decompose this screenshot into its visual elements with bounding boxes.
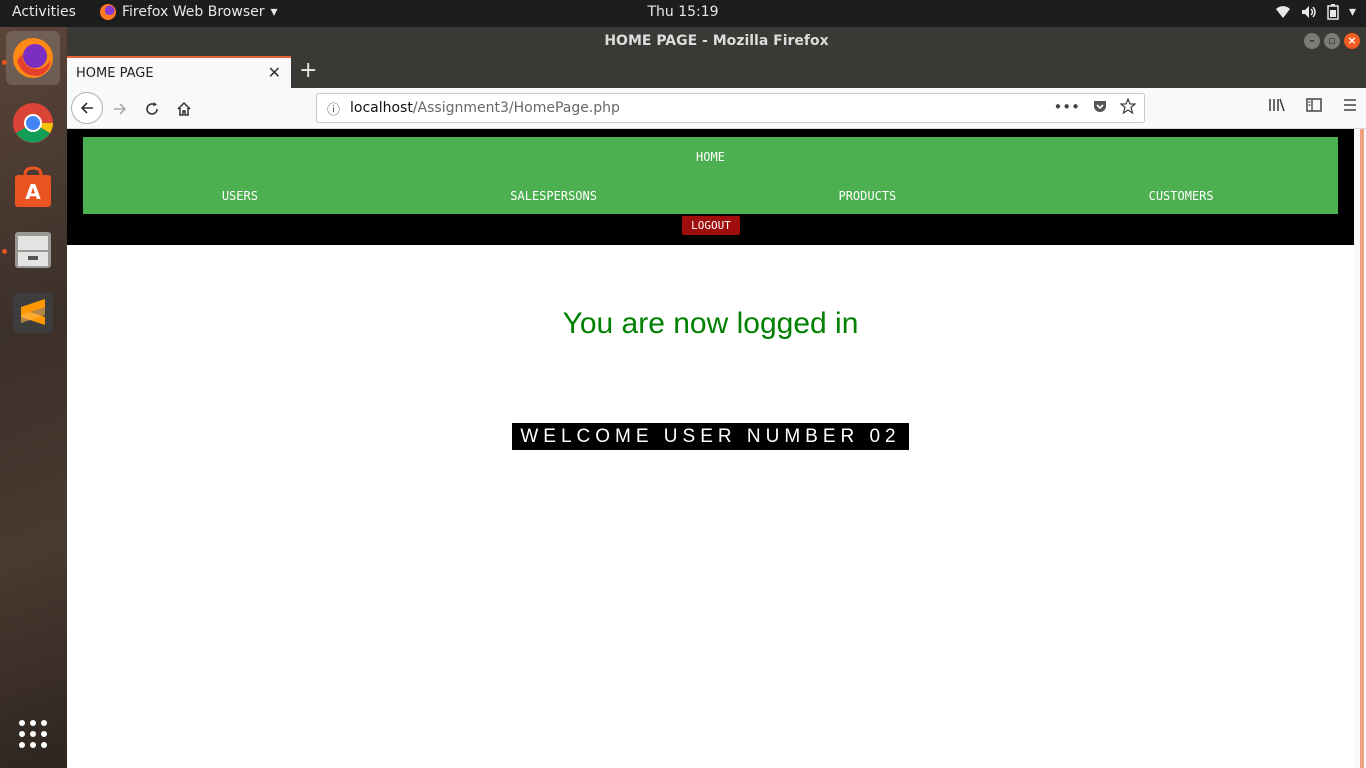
window-title: HOME PAGE - Mozilla Firefox (604, 33, 829, 49)
web-page: HOME USERS SALESPERSONS PRODUCTS CUSTOME… (67, 129, 1354, 768)
system-tray[interactable]: ▾ (1275, 4, 1356, 20)
login-status-message: You are now logged in (562, 307, 859, 340)
sidebar-icon[interactable] (1306, 97, 1322, 113)
nav-link-products[interactable]: PRODUCTS (838, 189, 896, 203)
home-button[interactable] (169, 94, 199, 124)
dock-show-apps[interactable] (6, 707, 60, 761)
back-button[interactable] (71, 92, 103, 124)
nav-link-home[interactable]: HOME (696, 150, 725, 164)
logout-button[interactable]: LOGOUT (682, 216, 740, 235)
minimize-button[interactable]: – (1304, 33, 1320, 49)
dock-software-center[interactable]: A (6, 160, 60, 214)
app-menu-label: Firefox Web Browser (122, 4, 265, 20)
reload-icon (146, 102, 158, 115)
nav-link-salespersons[interactable]: SALESPERSONS (510, 189, 597, 203)
battery-icon (1327, 4, 1339, 20)
library-icon[interactable] (1268, 97, 1286, 113)
activities-button[interactable]: Activities (12, 4, 76, 20)
welcome-banner: WELCOME USER NUMBER 02 (512, 423, 909, 450)
close-window-button[interactable]: × (1344, 33, 1360, 49)
bookmark-star-icon[interactable] (1120, 98, 1136, 114)
main-nav: HOME USERS SALESPERSONS PRODUCTS CUSTOME… (83, 137, 1338, 214)
app-grid-icon (19, 720, 47, 748)
files-icon (15, 232, 51, 268)
running-indicator (2, 60, 7, 65)
page-actions-icon[interactable]: ••• (1053, 98, 1080, 116)
firefox-small-icon (100, 4, 116, 20)
dock-chrome[interactable] (6, 96, 60, 150)
navigation-toolbar: ⓘ localhost/Assignment3/HomePage.php ••• (67, 88, 1366, 129)
firefox-icon (13, 38, 53, 78)
nav-link-customers[interactable]: CUSTOMERS (1149, 189, 1214, 203)
dock-files[interactable] (6, 223, 60, 277)
running-indicator (2, 249, 7, 254)
clock[interactable]: Thu 15:19 (647, 4, 718, 20)
page-scrollbar[interactable] (1354, 129, 1366, 768)
home-icon (177, 101, 191, 116)
back-arrow-icon (80, 102, 93, 114)
hamburger-menu-icon[interactable] (1342, 97, 1358, 113)
page-header: HOME USERS SALESPERSONS PRODUCTS CUSTOME… (67, 129, 1354, 245)
volume-icon (1301, 6, 1316, 18)
tab-home-page[interactable]: HOME PAGE ✕ (67, 56, 291, 88)
sublime-text-icon (13, 293, 53, 333)
url-text[interactable]: localhost/Assignment3/HomePage.php (350, 100, 620, 116)
maximize-button[interactable]: ▫ (1324, 33, 1340, 49)
tab-title: HOME PAGE (76, 66, 154, 81)
forward-arrow-icon (114, 103, 127, 115)
url-host: localhost (350, 100, 413, 116)
chevron-down-icon: ▾ (270, 4, 278, 20)
forward-button[interactable] (105, 94, 135, 124)
dock-sublime-text[interactable] (6, 286, 60, 340)
nav-link-users[interactable]: USERS (222, 189, 258, 203)
url-path: /Assignment3/HomePage.php (412, 100, 620, 116)
new-tab-button[interactable]: + (299, 58, 317, 83)
wifi-icon (1275, 6, 1290, 18)
window-title-bar: HOME PAGE - Mozilla Firefox – ▫ × (67, 27, 1366, 55)
chrome-icon (13, 103, 53, 143)
launcher-dock: A (0, 27, 67, 768)
app-menu[interactable]: Firefox Web Browser ▾ (100, 4, 278, 20)
site-info-icon[interactable]: ⓘ (327, 99, 340, 118)
reload-button[interactable] (137, 94, 167, 124)
software-center-icon: A (15, 166, 51, 207)
tab-strip: HOME PAGE ✕ + (67, 55, 1366, 88)
system-top-bar: Activities Firefox Web Browser ▾ Thu 15:… (0, 0, 1366, 27)
pocket-icon[interactable] (1092, 98, 1108, 114)
url-bar[interactable]: ⓘ localhost/Assignment3/HomePage.php ••• (316, 93, 1145, 123)
dock-firefox[interactable] (6, 31, 60, 85)
system-menu-chevron-icon: ▾ (1348, 4, 1356, 20)
svg-text:A: A (25, 180, 41, 204)
close-tab-icon[interactable]: ✕ (268, 63, 281, 82)
